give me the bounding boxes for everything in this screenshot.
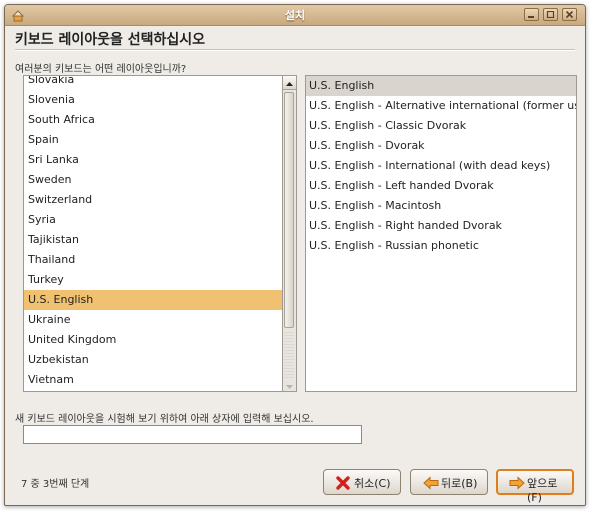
list-item[interactable]: Slovakia — [24, 76, 282, 90]
list-item[interactable]: U.S. English - Right handed Dvorak — [306, 216, 576, 236]
country-list-scrollbar[interactable] — [283, 75, 297, 392]
scroll-up-icon — [286, 82, 293, 86]
list-item[interactable]: Slovenia — [24, 90, 282, 110]
list-item[interactable]: Turkey — [24, 270, 282, 290]
variant-list[interactable]: U.S. English U.S. English - Alternative i… — [305, 75, 577, 392]
cancel-button-label: 취소(C) — [354, 477, 391, 490]
red-x-icon — [336, 476, 350, 490]
list-item[interactable]: Switzerland — [24, 190, 282, 210]
list-item[interactable]: U.S. English - International (with dead … — [306, 156, 576, 176]
list-item[interactable]: Syria — [24, 210, 282, 230]
list-item[interactable]: Vietnam — [24, 370, 282, 390]
list-item[interactable]: U.S. English - Macintosh — [306, 196, 576, 216]
back-button[interactable]: 뒤로(B) — [410, 469, 488, 495]
cancel-button[interactable]: 취소(C) — [323, 469, 401, 495]
maximize-icon — [546, 11, 555, 18]
window-title: 설치 — [284, 9, 306, 22]
list-item[interactable]: Ukraine — [24, 310, 282, 330]
list-item[interactable]: U.S. English - Russian phonetic — [306, 236, 576, 256]
back-button-label: 뒤로(B) — [441, 477, 478, 490]
list-item[interactable]: United Kingdom — [24, 330, 282, 350]
close-button[interactable] — [562, 8, 577, 21]
installer-window: 설치 키보드 레이아웃을 선택하십시오 여러분의 키보드는 어떤 레이아웃입니까… — [4, 4, 586, 506]
close-icon — [565, 11, 574, 18]
list-item[interactable]: Spain — [24, 130, 282, 150]
forward-button-label: 앞으로(F) — [527, 477, 558, 504]
list-item[interactable]: Tajikistan — [24, 230, 282, 250]
list-item[interactable]: U.S. English - Dvorak — [306, 136, 576, 156]
keyboard-test-input[interactable] — [23, 425, 362, 444]
minimize-button[interactable] — [524, 8, 539, 21]
forward-button[interactable]: 앞으로(F) — [496, 469, 574, 504]
header-divider — [15, 49, 575, 51]
title-bar[interactable]: 설치 — [5, 5, 585, 26]
list-item[interactable]: Sweden — [24, 170, 282, 190]
minimize-icon — [528, 16, 534, 18]
scroll-down-button[interactable] — [283, 378, 296, 391]
list-item[interactable]: Thailand — [24, 250, 282, 270]
step-indicator: 7 중 3번째 단계 — [21, 479, 90, 490]
list-item[interactable]: U.S. English — [306, 76, 576, 96]
left-arrow-icon — [423, 476, 439, 490]
list-item[interactable]: South Africa — [24, 110, 282, 130]
list-item[interactable]: Sri Lanka — [24, 150, 282, 170]
list-item[interactable]: U.S. English - Left handed Dvorak — [306, 176, 576, 196]
scroll-up-button[interactable] — [283, 76, 296, 90]
list-item[interactable]: Uzbekistan — [24, 350, 282, 370]
list-item[interactable]: U.S. English - Classic Dvorak — [306, 116, 576, 136]
right-arrow-icon — [509, 476, 525, 490]
layout-question-label: 여러분의 키보드는 어떤 레이아웃입니까? — [15, 64, 187, 75]
list-item[interactable]: U.S. English — [24, 290, 282, 310]
maximize-button[interactable] — [543, 8, 558, 21]
list-item[interactable]: U.S. English - Alternative international… — [306, 96, 576, 116]
test-instruction-label: 새 키보드 레이아웃을 시험해 보기 위하여 아래 상자에 입력해 보십시오. — [15, 414, 314, 425]
country-list[interactable]: Slovakia Slovenia South Africa Spain Sri Lan… — [23, 75, 283, 392]
scroll-down-icon — [286, 385, 293, 389]
scroll-thumb[interactable] — [284, 92, 294, 328]
scroll-track[interactable] — [284, 330, 294, 380]
page-title: 키보드 레이아웃을 선택하십시오 — [15, 32, 206, 48]
